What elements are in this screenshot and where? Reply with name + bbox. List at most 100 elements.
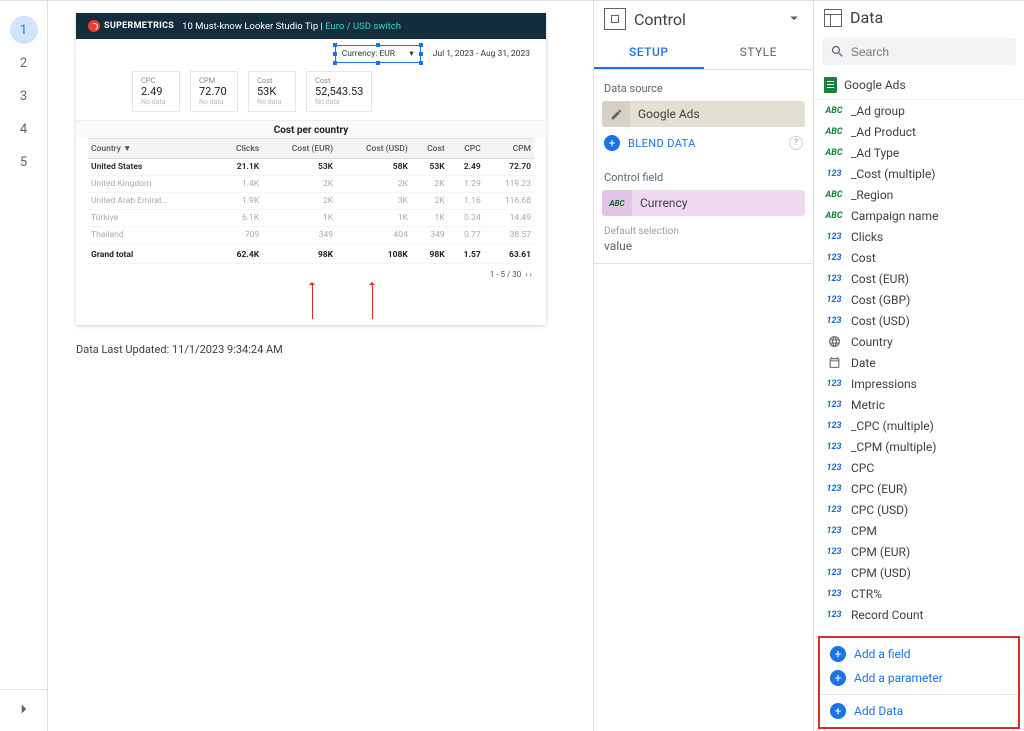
field-item[interactable]: ABCCampaign name (814, 205, 1024, 226)
pencil-icon[interactable] (602, 101, 630, 127)
field-item[interactable]: 123_CPM (multiple) (814, 436, 1024, 457)
panel-title: Control (634, 10, 686, 29)
report-header: SUPERMETRICS 10 Must-know Looker Studio … (76, 13, 546, 39)
field-item[interactable]: 123Metric (814, 394, 1024, 415)
table-title: Cost per country (76, 120, 546, 138)
help-icon[interactable]: ? (789, 136, 803, 150)
table-row[interactable]: United States21.1K53K58K53K2.4972.70 (88, 159, 534, 176)
brand-name: SUPERMETRICS (104, 21, 174, 31)
field-name: Cost (USD) (851, 314, 910, 328)
page-thumb-2[interactable]: 2 (10, 49, 38, 77)
table-row[interactable]: United Arab Emirat…1.9K2K3K2K1.16116.68 (88, 193, 534, 210)
number-type-icon: 123 (824, 169, 844, 179)
page-thumb-5[interactable]: 5 (10, 148, 38, 176)
field-name: _CPC (multiple) (851, 419, 934, 433)
field-item[interactable]: 123Cost (USD) (814, 310, 1024, 331)
search-input[interactable] (851, 45, 1008, 59)
date-range[interactable]: Jul 1, 2023 - Aug 31, 2023 (427, 46, 536, 62)
column-header[interactable]: Cost (411, 139, 448, 159)
number-type-icon: 123 (824, 568, 844, 578)
number-type-icon: 123 (824, 505, 844, 515)
data-source-title[interactable]: Google Ads (814, 71, 1024, 100)
page-thumb-4[interactable]: 4 (10, 115, 38, 143)
field-item[interactable]: 123CPC (USD) (814, 499, 1024, 520)
number-type-icon: 123 (824, 421, 844, 431)
field-name: _CPM (multiple) (851, 440, 936, 454)
data-source-chip[interactable]: Google Ads (602, 101, 805, 127)
field-name: Record Count (851, 608, 923, 622)
plus-circle-icon: + (830, 646, 846, 662)
chevron-down-icon[interactable] (785, 9, 803, 30)
field-name: Country (851, 335, 893, 349)
control-field-chip[interactable]: ABC Currency (602, 190, 805, 216)
field-item[interactable]: 123 CPM (USD) (814, 562, 1024, 583)
page-thumb-1[interactable]: 1 (10, 16, 38, 44)
field-item[interactable]: ABC_Region (814, 184, 1024, 205)
field-item[interactable]: 123_Cost (multiple) (814, 163, 1024, 184)
field-name: Impressions (851, 377, 917, 391)
field-item[interactable]: 123Cost (EUR) (814, 268, 1024, 289)
column-header[interactable]: CPC (448, 139, 484, 159)
column-header[interactable]: Cost (EUR) (262, 139, 336, 159)
field-item[interactable]: 123CPM (EUR) (814, 541, 1024, 562)
table-row[interactable]: Thailand7093494043490.7738.57 (88, 227, 534, 244)
column-header[interactable]: Country ▼ (88, 139, 217, 159)
scorecard[interactable]: Cost52,543.53No data (306, 71, 372, 112)
data-table: Country ▼ClicksCost (EUR)Cost (USD)CostC… (88, 138, 534, 264)
field-item[interactable]: 123Cost (814, 247, 1024, 268)
field-item[interactable]: 123CTR% (814, 583, 1024, 604)
scorecard[interactable]: CPC2.49No data (132, 71, 180, 112)
field-item[interactable]: 123CPC (814, 457, 1024, 478)
report-canvas[interactable]: SUPERMETRICS 10 Must-know Looker Studio … (48, 1, 594, 731)
data-grid-icon (824, 9, 842, 27)
scorecard[interactable]: CPM72.70No data (190, 71, 238, 112)
field-item[interactable]: Date (814, 352, 1024, 373)
brand-logo: SUPERMETRICS (88, 20, 174, 32)
tab-style[interactable]: STYLE (704, 35, 814, 69)
field-item[interactable]: 123 Cost (GBP) (814, 289, 1024, 310)
field-search[interactable] (822, 38, 1016, 65)
plus-circle-icon: + (830, 670, 846, 686)
tab-setup[interactable]: SETUP (594, 35, 704, 69)
field-item[interactable]: ABC_Ad Product (814, 121, 1024, 142)
field-item[interactable]: 123CPM (814, 520, 1024, 541)
field-name: CPC (EUR) (851, 482, 907, 496)
field-item[interactable]: 123 _CPC (multiple) (814, 415, 1024, 436)
field-name: Cost (GBP) (851, 293, 910, 307)
column-header[interactable]: Clicks (217, 139, 263, 159)
field-item[interactable]: 123Clicks (814, 226, 1024, 247)
add-field-button[interactable]: +Add a field (820, 642, 1018, 666)
search-icon (830, 44, 845, 59)
page-strip-expand[interactable] (0, 689, 47, 731)
page-thumb-3[interactable]: 3 (10, 82, 38, 110)
chevron-right-icon (15, 700, 33, 721)
data-source-label: Data source (594, 70, 813, 101)
add-parameter-button[interactable]: +Add a parameter (820, 666, 1018, 690)
scorecard[interactable]: Cost53KNo data (248, 71, 296, 112)
field-item[interactable]: 123Record Count (814, 604, 1024, 625)
field-item[interactable]: Country (814, 331, 1024, 352)
field-name: _Ad Product (851, 125, 916, 139)
column-header[interactable]: CPM (484, 139, 534, 159)
data-source-name: Google Ads (630, 107, 700, 121)
table-row[interactable]: United Kingdom1.4K2K2K2K1.29119.23 (88, 176, 534, 193)
field-item[interactable]: ABC_Ad Type (814, 142, 1024, 163)
table-row[interactable]: Türkiye6.1K1K1K1K0.2414.49 (88, 210, 534, 227)
field-name: CPM (USD) (851, 566, 911, 580)
number-type-icon: 123 (824, 232, 844, 242)
field-name: _Region (851, 188, 893, 202)
plus-circle-icon: + (830, 703, 846, 719)
field-item[interactable]: 123CPC (EUR) (814, 478, 1024, 499)
grand-total-row: Grand total62.4K98K108K98K1.5763.61 (88, 244, 534, 264)
field-item[interactable]: 123Impressions (814, 373, 1024, 394)
report-title: 10 Must-know Looker Studio Tip | Euro / … (182, 21, 401, 32)
add-data-button[interactable]: +Add Data (820, 699, 1018, 723)
number-type-icon: 123 (824, 295, 844, 305)
currency-control-selected[interactable]: Currency: EUR ▾ (335, 45, 421, 63)
blend-data-button[interactable]: + BLEND DATA ? (594, 127, 813, 159)
column-header[interactable]: Cost (USD) (336, 139, 411, 159)
control-field-label: Control field (594, 159, 813, 190)
default-selection-value[interactable]: value (594, 237, 813, 264)
field-name: _Ad Type (851, 146, 899, 160)
field-item[interactable]: ABC_Ad group (814, 100, 1024, 121)
